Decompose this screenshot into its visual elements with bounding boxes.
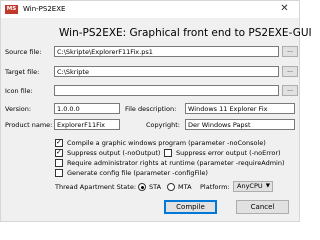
mta-label: MTA: [178, 183, 192, 191]
target-file-label: Target file:: [5, 68, 40, 76]
product-name-input[interactable]: [54, 119, 120, 130]
title-bar: MS Win-PS2EXE ✕: [1, 1, 299, 18]
source-file-input[interactable]: [54, 46, 279, 57]
no-console-label: Compile a graphic windows program (param…: [67, 139, 266, 147]
source-browse-button[interactable]: ...: [282, 46, 298, 57]
no-error-label: Suppress error output (-noError): [176, 149, 281, 157]
require-admin-label: Require administrator rights at runtime …: [67, 159, 285, 167]
app-window: MS Win-PS2EXE ✕ Win-PS2EXE: Graphical fr…: [0, 0, 312, 222]
no-output-checkbox[interactable]: [55, 148, 63, 157]
app-logo-icon: MS: [5, 5, 18, 14]
config-file-label: Generate config file (parameter -configF…: [67, 169, 208, 177]
cancel-button[interactable]: Cancel: [236, 200, 289, 214]
close-button[interactable]: ✕: [272, 1, 297, 17]
copyright-input[interactable]: [185, 119, 295, 130]
no-error-checkbox[interactable]: [164, 149, 172, 157]
version-input[interactable]: [54, 103, 120, 114]
source-file-label: Source file:: [5, 48, 42, 56]
require-admin-checkbox[interactable]: [55, 159, 63, 167]
icon-file-label: Icon file:: [5, 87, 33, 95]
icon-file-input[interactable]: [54, 85, 279, 96]
product-name-label: Product name:: [5, 121, 53, 129]
platform-select[interactable]: AnyCPU ▼: [233, 181, 273, 192]
window-title: Win-PS2EXE: [23, 5, 66, 13]
target-file-input[interactable]: [54, 66, 279, 77]
platform-value: AnyCPU: [237, 182, 263, 190]
icon-browse-button[interactable]: ...: [282, 85, 298, 96]
copyright-label: Copyright:: [146, 121, 180, 129]
target-browse-button[interactable]: ...: [282, 66, 298, 77]
version-label: Version:: [5, 105, 32, 113]
thread-apartment-label: Thread Apartment State:: [55, 183, 137, 191]
page-heading: Win-PS2EXE: Graphical front end to PS2EX…: [59, 27, 312, 39]
mta-radio[interactable]: [167, 183, 175, 191]
no-console-checkbox[interactable]: [55, 138, 63, 147]
sta-radio[interactable]: [138, 183, 146, 191]
compile-button[interactable]: Compile: [164, 200, 217, 214]
platform-label: Platform:: [200, 183, 230, 191]
file-description-input[interactable]: [185, 103, 295, 114]
chevron-down-icon: ▼: [265, 183, 270, 189]
config-file-checkbox[interactable]: [55, 169, 63, 177]
no-output-label: Suppress output (-noOutput): [67, 149, 161, 157]
file-description-label: File description:: [125, 105, 177, 113]
sta-label: STA: [149, 183, 162, 191]
